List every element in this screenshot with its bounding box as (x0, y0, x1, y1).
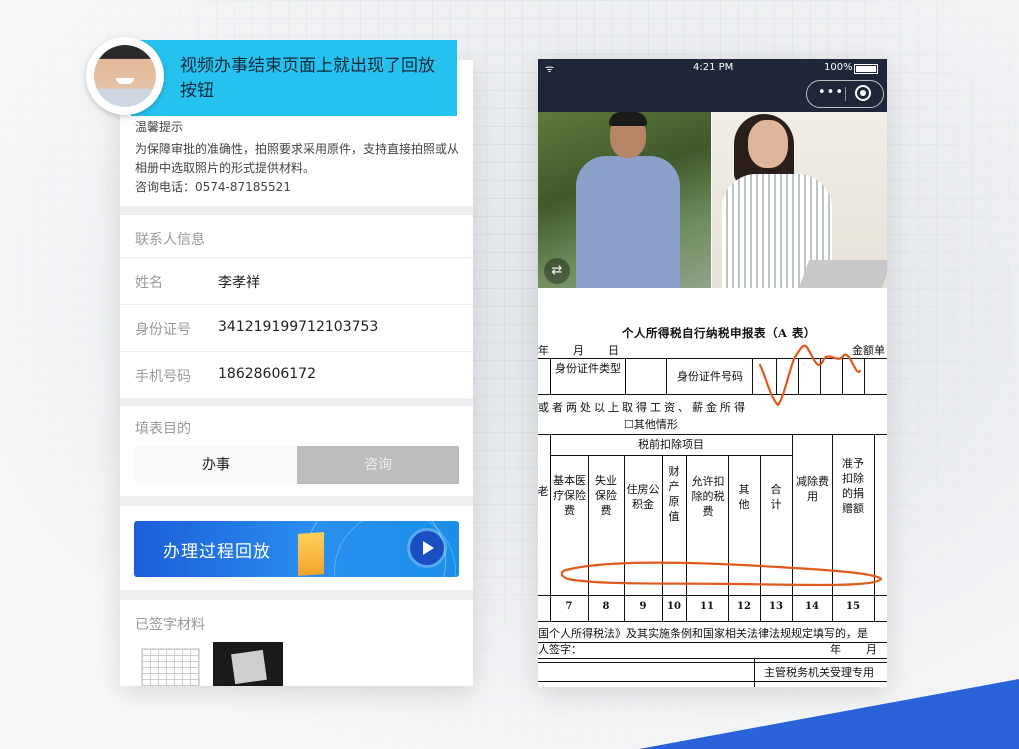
id-number-value[interactable]: 341219199712103753 (218, 319, 378, 335)
play-icon (410, 531, 444, 565)
tips-phone[interactable]: 咨询电话：0574-87185521 (135, 178, 460, 197)
callout-banner: 视频办事结束页面上就出现了回放按钮 (131, 40, 457, 116)
row-phone: 手机号码 18628606172 (120, 351, 473, 399)
right-phone-screen: ᯤ 4:21 PM 100% ••• ⇄ 个人所得税自行纳税申报表（A 表） 年… (538, 59, 887, 687)
pen-annotation (560, 344, 883, 587)
corner-accent (639, 679, 1019, 749)
signed-materials-card: 已签字材料 (120, 600, 473, 686)
purpose-card: 填表目的 办事 咨询 (120, 406, 473, 496)
document-illustration (298, 532, 324, 576)
row-label: 身份证号 (135, 322, 191, 338)
row-name: 姓名 李孝祥 (120, 257, 473, 305)
replay-button-label: 办理过程回放 (163, 542, 271, 562)
row-label: 手机号码 (135, 369, 191, 385)
tips-title: 温馨提示 (135, 120, 184, 134)
purpose-option-consult[interactable]: 咨询 (297, 446, 459, 484)
signed-material-thumbnail[interactable] (141, 648, 200, 686)
avatar (86, 37, 164, 115)
name-value[interactable]: 李孝祥 (218, 272, 260, 292)
pen-scribble-top (758, 344, 862, 407)
purpose-section-title: 填表目的 (135, 421, 191, 437)
contact-section-title: 联系人信息 (135, 232, 205, 248)
contact-card: 联系人信息 姓名 李孝祥 身份证号 341219199712103753 手机号… (120, 215, 473, 398)
signed-section-title: 已签字材料 (135, 617, 205, 633)
left-phone-screen: 温馨提示 为保障审批的准确性，拍照要求采用原件，支持直接拍照或从相册中选取照片的… (120, 60, 473, 686)
tips-text: 为保障审批的准确性，拍照要求采用原件，支持直接拍照或从相册中选取照片的形式提供材… (135, 142, 460, 175)
avatar-photo (94, 45, 156, 107)
replay-button[interactable]: 办理过程回放 (134, 521, 459, 577)
phone-value[interactable]: 18628606172 (218, 366, 316, 382)
tips-body: 为保障审批的准确性，拍照要求采用原件，支持直接拍照或从相册中选取照片的形式提供材… (135, 140, 460, 197)
signed-material-thumbnail[interactable] (213, 642, 283, 686)
replay-card: 办理过程回放 (120, 506, 473, 590)
pen-underline-loop (560, 561, 883, 587)
callout-text: 视频办事结束页面上就出现了回放按钮 (180, 56, 435, 101)
row-id-number: 身份证号 341219199712103753 (120, 304, 473, 352)
row-label: 姓名 (135, 275, 163, 291)
purpose-option-business[interactable]: 办事 (135, 446, 297, 484)
